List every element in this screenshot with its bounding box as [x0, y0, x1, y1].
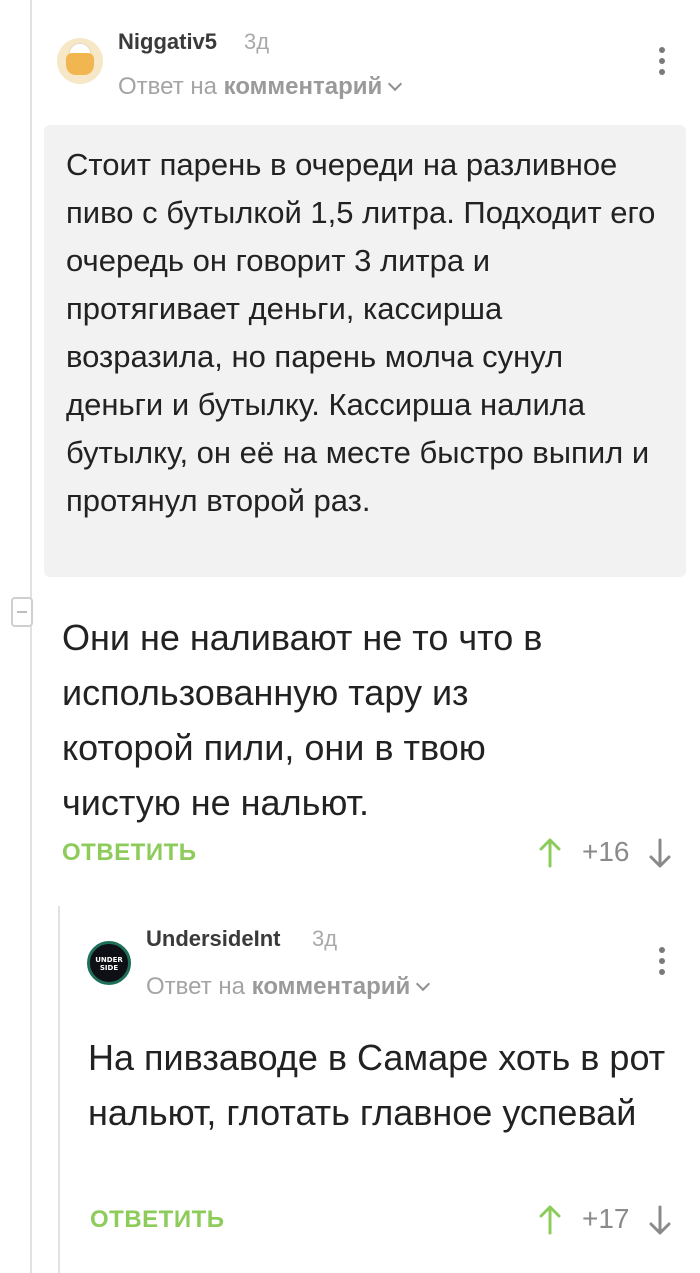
arrow-up-icon[interactable]: [538, 838, 562, 868]
more-vert-icon[interactable]: [652, 43, 672, 79]
reply-to-link[interactable]: комментарий: [224, 73, 383, 100]
avatar[interactable]: [57, 38, 103, 84]
author-name[interactable]: Niggativ5: [118, 29, 217, 55]
nested-thread-line: [58, 906, 60, 1273]
reply-to-prefix: Ответ на: [146, 973, 245, 1000]
thread-line: [30, 0, 32, 1273]
author-name[interactable]: UndersideInt: [146, 926, 280, 952]
comment-text: На пивзаводе в Самаре хоть в рот нальют,…: [88, 1037, 666, 1133]
chevron-down-icon[interactable]: [388, 76, 403, 92]
vote-score: +17: [582, 1203, 630, 1234]
vote-score: +16: [582, 836, 630, 867]
arrow-up-icon[interactable]: [538, 1205, 562, 1235]
reply-button[interactable]: ОТВЕТИТЬ: [62, 839, 197, 867]
arrow-down-icon[interactable]: [648, 1205, 672, 1235]
collapse-minus-icon[interactable]: [11, 597, 33, 627]
more-vert-icon[interactable]: [652, 943, 672, 979]
reply-to[interactable]: Ответ на комментарий: [146, 973, 431, 1001]
quoted-comment: Стоит парень в очереди на разливное пиво…: [44, 125, 686, 577]
avatar-face: [66, 53, 94, 75]
reply-to-link[interactable]: комментарий: [252, 973, 411, 1000]
reply-button[interactable]: ОТВЕТИТЬ: [90, 1206, 225, 1234]
comment-time: 3д: [244, 29, 270, 54]
avatar[interactable]: UNDER SIDE: [87, 941, 131, 985]
comment-time: 3д: [312, 926, 338, 951]
avatar-logo-text: UNDER SIDE: [95, 956, 123, 972]
reply-to-prefix: Ответ на: [118, 73, 217, 100]
comment-text: Они не наливают не то что в использованн…: [62, 617, 543, 823]
chevron-down-icon[interactable]: [416, 976, 431, 992]
arrow-down-icon[interactable]: [648, 838, 672, 868]
reply-to[interactable]: Ответ на комментарий: [118, 73, 403, 101]
